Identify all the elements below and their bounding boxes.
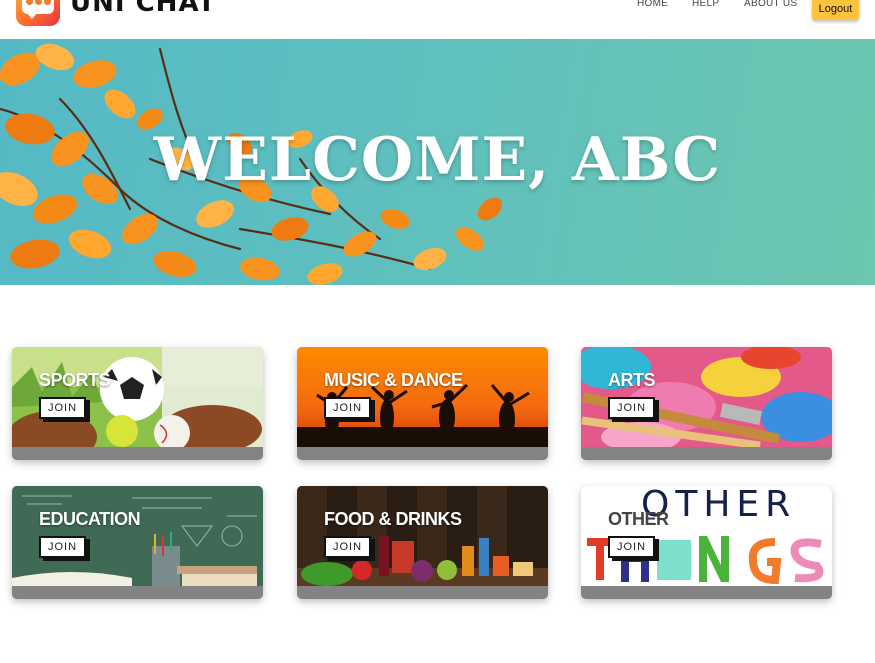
category-card-food-drinks[interactable]: FOOD & DRINKS JOIN	[297, 486, 548, 599]
category-card-arts[interactable]: ARTS JOIN	[581, 347, 832, 460]
category-card-music-dance[interactable]: MUSIC & DANCE JOIN	[297, 347, 548, 460]
category-title-education: EDUCATION	[39, 509, 141, 529]
join-button-education[interactable]: JOIN	[39, 536, 86, 558]
nav-home-link[interactable]: HOME	[637, 0, 668, 9]
nav-help-link[interactable]: HELP	[692, 0, 719, 9]
join-button-music-dance[interactable]: JOIN	[324, 397, 371, 419]
brand-name[interactable]: UNI CHAT	[70, 0, 216, 18]
join-button-other[interactable]: JOIN	[608, 536, 655, 558]
category-title-sports: SPORTS	[39, 370, 111, 390]
nav-about-link[interactable]: ABOUT US	[744, 0, 797, 9]
category-title-music-dance: MUSIC & DANCE	[324, 370, 463, 390]
category-title-arts: ARTS	[608, 370, 656, 390]
chat-group-icon[interactable]	[16, 0, 60, 26]
category-card-other[interactable]: OTHER OTHER JOIN	[581, 486, 832, 599]
join-button-sports[interactable]: JOIN	[39, 397, 86, 419]
welcome-title: WELCOME, ABC	[153, 125, 722, 195]
category-card-sports[interactable]: SPORTS JOIN	[12, 347, 263, 460]
join-button-arts[interactable]: JOIN	[608, 397, 655, 419]
logout-button[interactable]: Logout	[812, 0, 859, 20]
join-button-food-drinks[interactable]: JOIN	[324, 536, 371, 558]
welcome-banner: WELCOME, ABC	[0, 39, 875, 285]
top-header: UNI CHAT HOME HELP ABOUT US Logout	[0, 0, 875, 39]
category-card-education[interactable]: EDUCATION JOIN	[12, 486, 263, 599]
category-title-other: OTHER	[608, 509, 669, 529]
category-title-food-drinks: FOOD & DRINKS	[324, 509, 462, 529]
